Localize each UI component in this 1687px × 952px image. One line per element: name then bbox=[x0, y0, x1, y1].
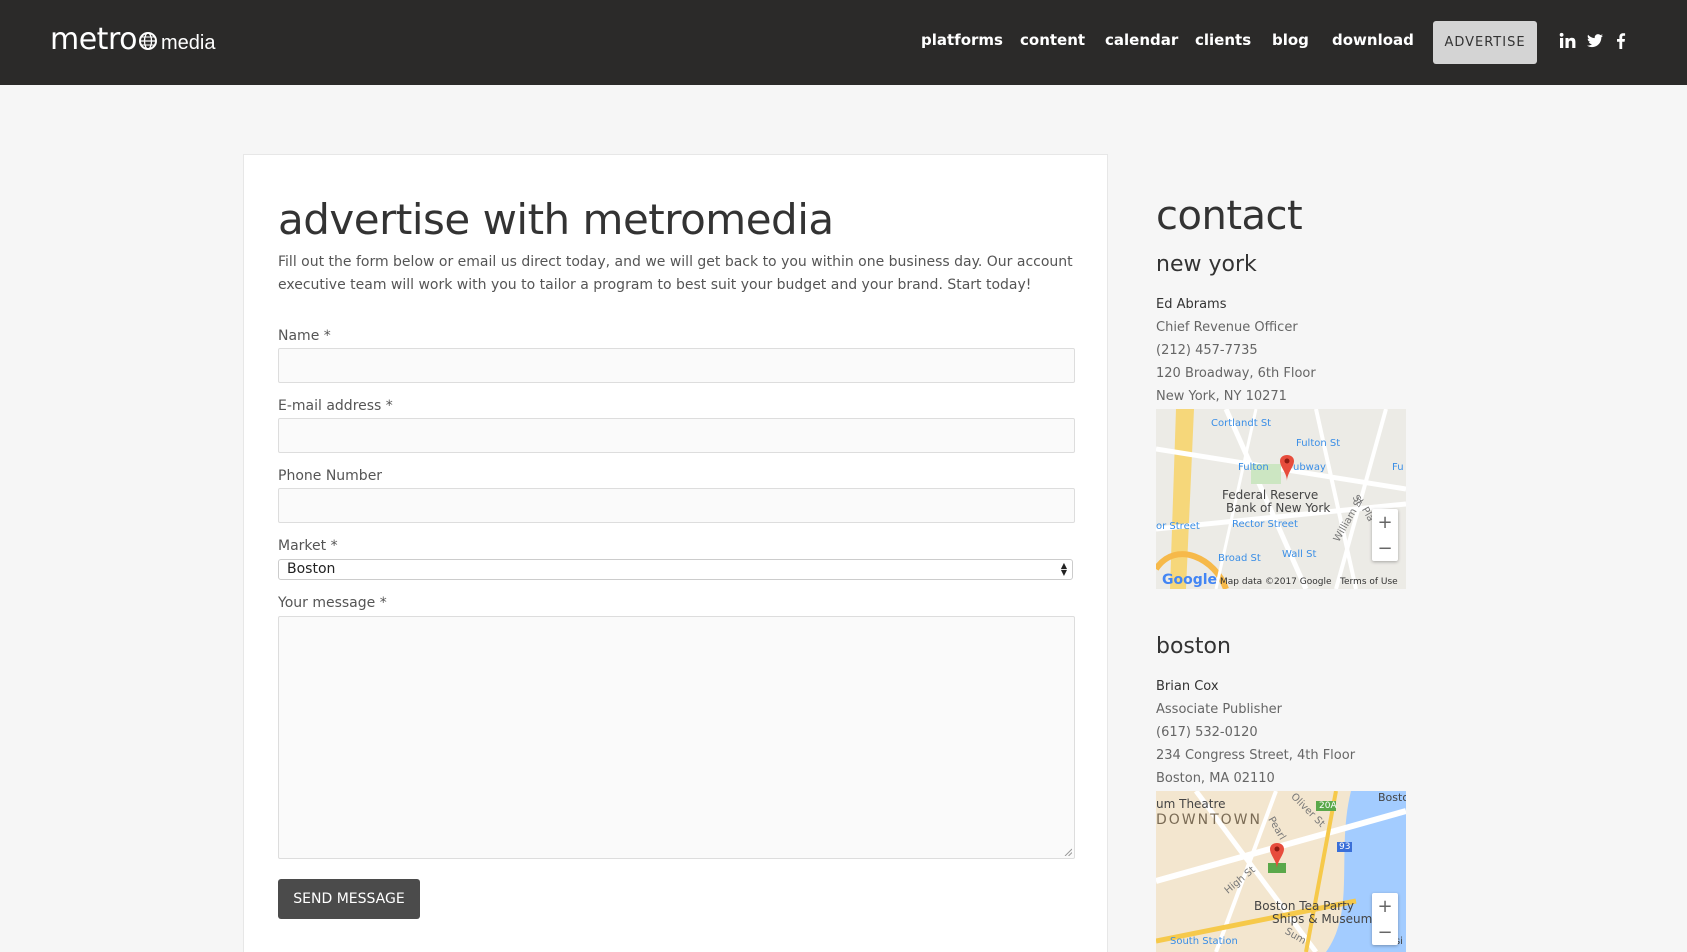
google-logo: Google bbox=[1162, 572, 1218, 588]
office-address-line2: New York, NY 10271 bbox=[1156, 389, 1287, 404]
email-input[interactable] bbox=[278, 418, 1075, 453]
map-label: DOWNTOWN bbox=[1156, 812, 1263, 828]
map-label: Fu bbox=[1392, 462, 1404, 473]
map-label: Federal Reserve bbox=[1222, 488, 1319, 502]
send-message-button[interactable]: SEND MESSAGE bbox=[278, 879, 420, 919]
office-contact-name: Brian Cox bbox=[1156, 679, 1219, 694]
map-label: 93 bbox=[1337, 842, 1353, 852]
office-city-boston: boston bbox=[1156, 634, 1231, 659]
resize-grip-icon[interactable] bbox=[1064, 848, 1072, 856]
map-label: Wall St bbox=[1282, 549, 1317, 560]
nav-download[interactable]: download bbox=[1332, 31, 1414, 49]
map-label: or Street bbox=[1156, 521, 1200, 532]
office-contact-role: Associate Publisher bbox=[1156, 702, 1283, 717]
site-header: metro media platforms content calendar c… bbox=[0, 0, 1687, 85]
nav-platforms[interactable]: platforms bbox=[921, 31, 1003, 49]
office-contact-phone[interactable]: (617) 532-0120 bbox=[1156, 725, 1258, 740]
nav-clients[interactable]: clients bbox=[1195, 31, 1251, 49]
zoom-in-icon[interactable]: + bbox=[1372, 893, 1398, 919]
logo-media-text: media bbox=[160, 32, 216, 54]
map-label: South Station bbox=[1170, 936, 1238, 947]
office-city-new-york: new york bbox=[1156, 252, 1257, 277]
office-address-line2: Boston, MA 02110 bbox=[1156, 771, 1275, 786]
message-textarea[interactable] bbox=[278, 616, 1075, 859]
logo-metro-text: metro bbox=[50, 22, 137, 57]
new-york-map[interactable]: Cortlandt St Fulton St Fulton ubway Fede… bbox=[1156, 409, 1406, 589]
office-address-line1: 234 Congress Street, 4th Floor bbox=[1156, 748, 1356, 763]
facebook-icon[interactable] bbox=[1612, 32, 1630, 50]
phone-label: Phone Number bbox=[278, 468, 383, 484]
name-label: Name * bbox=[278, 328, 331, 344]
office-address-line1: 120 Broadway, 6th Floor bbox=[1156, 366, 1316, 381]
zoom-out-icon[interactable]: − bbox=[1372, 535, 1398, 561]
map-label: um Theatre bbox=[1156, 797, 1226, 811]
zoom-in-icon[interactable]: + bbox=[1372, 509, 1398, 535]
map-label: 20A bbox=[1319, 801, 1337, 811]
zoom-out-icon[interactable]: − bbox=[1372, 919, 1398, 945]
twitter-icon[interactable] bbox=[1586, 32, 1604, 50]
map-label: ubway bbox=[1293, 462, 1326, 473]
new-york-map-zoom: + − bbox=[1372, 509, 1398, 561]
map-label: Bosto bbox=[1378, 791, 1406, 804]
map-label: Bank of New York bbox=[1226, 501, 1331, 515]
map-label: Cortlandt St bbox=[1211, 418, 1272, 429]
contact-title: contact bbox=[1156, 193, 1303, 239]
office-contact-role: Chief Revenue Officer bbox=[1156, 320, 1298, 335]
map-label: Boston Tea Party bbox=[1254, 899, 1354, 913]
market-selected-value: Boston bbox=[287, 561, 336, 577]
nav-calendar[interactable]: calendar bbox=[1105, 31, 1178, 49]
advertise-form-card: advertise with metromedia Fill out the f… bbox=[243, 154, 1108, 952]
metromedia-logo[interactable]: metro media bbox=[50, 22, 215, 62]
message-label: Your message * bbox=[278, 595, 387, 611]
intro-text: Fill out the form below or email us dire… bbox=[278, 254, 1073, 293]
map-label: Fulton St bbox=[1296, 438, 1341, 449]
page-title: advertise with metromedia bbox=[278, 195, 834, 244]
globe-icon bbox=[138, 32, 157, 50]
office-contact-name: Ed Abrams bbox=[1156, 297, 1227, 312]
select-arrows-icon: ▲ ▼ bbox=[1060, 561, 1067, 577]
map-label: Fulton bbox=[1238, 462, 1269, 473]
map-data-text: Map data ©2017 Google bbox=[1220, 577, 1332, 587]
office-contact-phone[interactable]: (212) 457-7735 bbox=[1156, 343, 1258, 358]
nav-blog[interactable]: blog bbox=[1272, 31, 1309, 49]
phone-input[interactable] bbox=[278, 488, 1075, 523]
name-input[interactable] bbox=[278, 348, 1075, 383]
nav-content[interactable]: content bbox=[1020, 31, 1085, 49]
map-footer: Google Map data ©2017 Google Terms of Us… bbox=[1156, 572, 1406, 589]
email-label: E-mail address * bbox=[278, 398, 393, 414]
map-label: Broad St bbox=[1218, 553, 1261, 564]
market-label: Market * bbox=[278, 538, 338, 554]
market-select[interactable]: Boston ▲ ▼ bbox=[278, 559, 1073, 580]
linkedin-icon[interactable] bbox=[1559, 32, 1577, 50]
advertise-button[interactable]: ADVERTISE bbox=[1433, 21, 1537, 64]
map-terms-link[interactable]: Terms of Use bbox=[1340, 577, 1398, 587]
boston-map-zoom: + − bbox=[1372, 893, 1398, 945]
map-label: Ships & Museum bbox=[1272, 912, 1373, 926]
map-label: Rector Street bbox=[1232, 519, 1298, 530]
boston-map[interactable]: um Theatre DOWNTOWN Bosto Oliver St Pear… bbox=[1156, 791, 1406, 952]
